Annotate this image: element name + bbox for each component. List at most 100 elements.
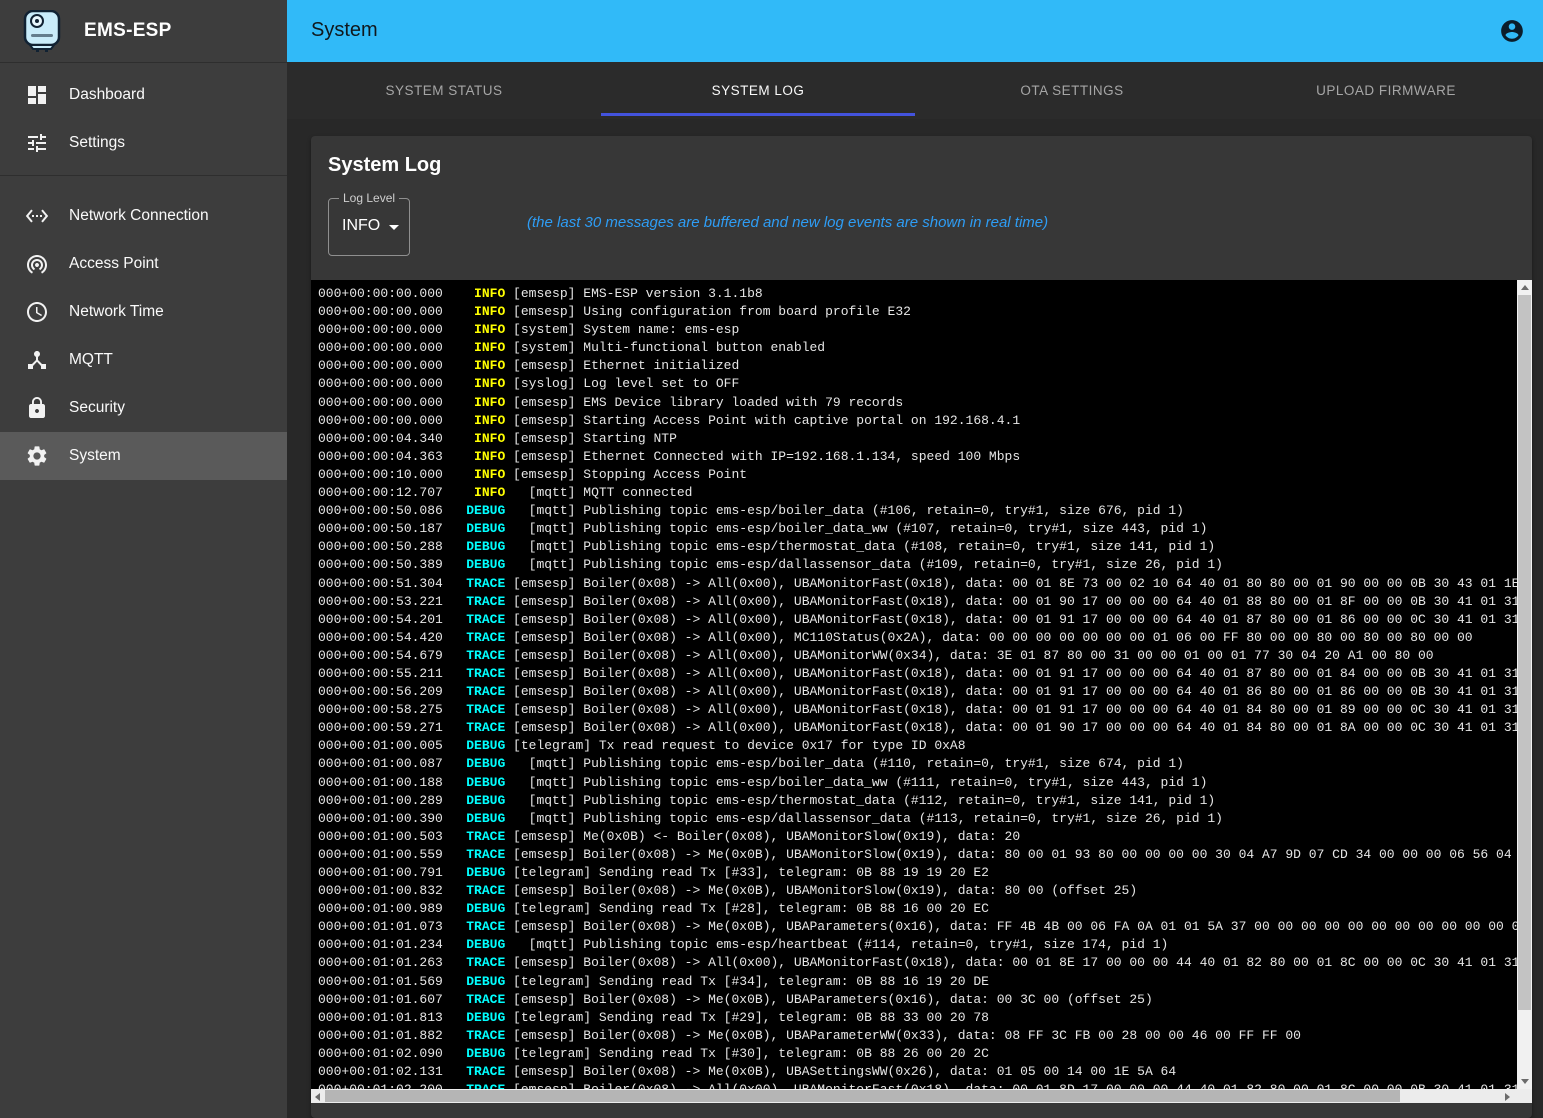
sidebar-header: EMS-ESP — [0, 0, 287, 63]
tab-label: UPLOAD FIRMWARE — [1316, 83, 1456, 98]
log-entry: 000+00:00:00.000 INFO [emsesp] Starting … — [318, 412, 1517, 430]
tab-indicator — [601, 113, 915, 116]
sidebar-item-system[interactable]: System — [0, 432, 287, 480]
log-entry: 000+00:00:54.420 TRACE [emsesp] Boiler(0… — [318, 629, 1517, 647]
sidebar-item-dashboard[interactable]: Dashboard — [0, 71, 287, 119]
log-entry: 000+00:00:00.000 INFO [system] Multi-fun… — [318, 339, 1517, 357]
log-entry: 000+00:01:01.073 TRACE [emsesp] Boiler(0… — [318, 918, 1517, 936]
page-title: System — [311, 19, 378, 42]
sidebar-group-network: Network Connection Access Point Network … — [0, 184, 287, 480]
log-entry: 000+00:01:01.263 TRACE [emsesp] Boiler(0… — [318, 954, 1517, 972]
log-entry: 000+00:00:59.271 TRACE [emsesp] Boiler(0… — [318, 719, 1517, 737]
tab-label: SYSTEM STATUS — [385, 83, 502, 98]
horizontal-scrollbar[interactable] — [311, 1089, 1532, 1103]
log-level-value: INFO — [342, 217, 380, 235]
horizontal-scrollbar-thumb[interactable] — [325, 1090, 1400, 1102]
log-entry: 000+00:01:00.832 TRACE [emsesp] Boiler(0… — [318, 882, 1517, 900]
log-entry: 000+00:01:01.813 DEBUG [telegram] Sendin… — [318, 1009, 1517, 1027]
sidebar: EMS-ESP Dashboard Settings — [0, 0, 287, 1118]
sidebar-item-network-time[interactable]: Network Time — [0, 288, 287, 336]
log-entry: 000+00:01:00.559 TRACE [emsesp] Boiler(0… — [318, 846, 1517, 864]
log-console: 000+00:00:00.000 INFO [emsesp] EMS-ESP v… — [311, 280, 1532, 1103]
log-entry: 000+00:00:51.304 TRACE [emsesp] Boiler(0… — [318, 575, 1517, 593]
clock-icon — [25, 300, 49, 324]
device-hub-icon — [25, 348, 49, 372]
log-entry: 000+00:00:00.000 INFO [emsesp] Ethernet … — [318, 357, 1517, 375]
lock-icon — [25, 396, 49, 420]
sidebar-group-main: Dashboard Settings — [0, 63, 287, 167]
log-viewport[interactable]: 000+00:00:00.000 INFO [emsesp] EMS-ESP v… — [311, 280, 1517, 1089]
log-entry: 000+00:00:58.275 TRACE [emsesp] Boiler(0… — [318, 701, 1517, 719]
tab-label: SYSTEM LOG — [712, 83, 805, 98]
ems-esp-app: EMS-ESP Dashboard Settings — [0, 0, 1543, 1118]
log-entry: 000+00:01:00.005 DEBUG [telegram] Tx rea… — [318, 737, 1517, 755]
log-level-label: Log Level — [339, 191, 399, 205]
sidebar-item-label: Network Connection — [69, 207, 209, 225]
log-entry: 000+00:00:50.288 DEBUG [mqtt] Publishing… — [318, 538, 1517, 556]
vertical-scrollbar-thumb[interactable] — [1518, 295, 1531, 1010]
sidebar-item-label: MQTT — [69, 351, 113, 369]
buffer-hint-text: (the last 30 messages are buffered and n… — [527, 214, 1048, 231]
tab-upload-firmware[interactable]: UPLOAD FIRMWARE — [1229, 62, 1543, 119]
log-entry: 000+00:00:10.000 INFO [emsesp] Stopping … — [318, 466, 1517, 484]
topbar: System — [287, 0, 1543, 62]
tune-icon — [25, 131, 49, 155]
log-entry: 000+00:00:56.209 TRACE [emsesp] Boiler(0… — [318, 683, 1517, 701]
sidebar-item-security[interactable]: Security — [0, 384, 287, 432]
log-entry: 000+00:01:02.200 TRACE [emsesp] Boiler(0… — [318, 1081, 1517, 1089]
sidebar-item-label: System — [69, 447, 121, 465]
tab-system-log[interactable]: SYSTEM LOG — [601, 62, 915, 119]
vertical-scrollbar[interactable] — [1517, 280, 1532, 1089]
sidebar-item-label: Settings — [69, 134, 125, 152]
tab-label: OTA SETTINGS — [1020, 83, 1123, 98]
chevron-down-icon — [389, 225, 399, 230]
log-entry: 000+00:00:54.679 TRACE [emsesp] Boiler(0… — [318, 647, 1517, 665]
ems-esp-logo-icon — [22, 10, 62, 52]
log-entry: 000+00:00:50.187 DEBUG [mqtt] Publishing… — [318, 520, 1517, 538]
account-button[interactable] — [1499, 18, 1525, 44]
log-entry: 000+00:00:55.211 TRACE [emsesp] Boiler(0… — [318, 665, 1517, 683]
account-circle-icon — [1499, 18, 1525, 44]
sidebar-item-label: Security — [69, 399, 125, 417]
gear-icon — [25, 444, 49, 468]
log-entry: 000+00:01:00.989 DEBUG [telegram] Sendin… — [318, 900, 1517, 918]
log-entry: 000+00:01:01.607 TRACE [emsesp] Boiler(0… — [318, 991, 1517, 1009]
log-entry: 000+00:00:53.221 TRACE [emsesp] Boiler(0… — [318, 593, 1517, 611]
log-entry: 000+00:01:00.503 TRACE [emsesp] Me(0x0B)… — [318, 828, 1517, 846]
sidebar-item-label: Dashboard — [69, 86, 145, 104]
system-log-card: System Log Log Level INFO (the last 30 m… — [311, 136, 1532, 1118]
log-level-select[interactable]: Log Level INFO — [328, 198, 410, 256]
sidebar-divider — [0, 175, 287, 176]
log-entry: 000+00:01:01.569 DEBUG [telegram] Sendin… — [318, 973, 1517, 991]
log-entry: 000+00:01:01.234 DEBUG [mqtt] Publishing… — [318, 936, 1517, 954]
sidebar-item-access-point[interactable]: Access Point — [0, 240, 287, 288]
log-entry: 000+00:00:50.389 DEBUG [mqtt] Publishing… — [318, 556, 1517, 574]
log-entry: 000+00:00:00.000 INFO [emsesp] EMS-ESP v… — [318, 285, 1517, 303]
tab-system-status[interactable]: SYSTEM STATUS — [287, 62, 601, 119]
card-title: System Log — [328, 154, 441, 177]
log-entry: 000+00:00:00.000 INFO [system] System na… — [318, 321, 1517, 339]
log-entry: 000+00:00:00.000 INFO [emsesp] Using con… — [318, 303, 1517, 321]
settings-ethernet-icon — [25, 204, 49, 228]
log-entry: 000+00:01:00.188 DEBUG [mqtt] Publishing… — [318, 774, 1517, 792]
sidebar-item-label: Access Point — [69, 255, 159, 273]
scroll-left-icon[interactable] — [315, 1093, 320, 1101]
tabbar: SYSTEM STATUS SYSTEM LOG OTA SETTINGS UP… — [287, 62, 1543, 119]
scroll-up-icon[interactable] — [1521, 285, 1529, 290]
sidebar-item-label: Network Time — [69, 303, 164, 321]
sidebar-item-settings[interactable]: Settings — [0, 119, 287, 167]
dashboard-icon — [25, 83, 49, 107]
log-entry: 000+00:00:04.363 INFO [emsesp] Ethernet … — [318, 448, 1517, 466]
tab-ota-settings[interactable]: OTA SETTINGS — [915, 62, 1229, 119]
sidebar-item-mqtt[interactable]: MQTT — [0, 336, 287, 384]
log-entry: 000+00:00:00.000 INFO [syslog] Log level… — [318, 375, 1517, 393]
scroll-right-icon[interactable] — [1505, 1093, 1510, 1101]
log-entry: 000+00:01:02.131 TRACE [emsesp] Boiler(0… — [318, 1063, 1517, 1081]
app-title: EMS-ESP — [84, 20, 172, 42]
log-entry: 000+00:00:00.000 INFO [emsesp] EMS Devic… — [318, 394, 1517, 412]
log-entry: 000+00:01:02.090 DEBUG [telegram] Sendin… — [318, 1045, 1517, 1063]
log-entry: 000+00:01:00.390 DEBUG [mqtt] Publishing… — [318, 810, 1517, 828]
sidebar-item-network-connection[interactable]: Network Connection — [0, 192, 287, 240]
log-entry: 000+00:00:50.086 DEBUG [mqtt] Publishing… — [318, 502, 1517, 520]
scroll-down-icon[interactable] — [1521, 1079, 1529, 1084]
